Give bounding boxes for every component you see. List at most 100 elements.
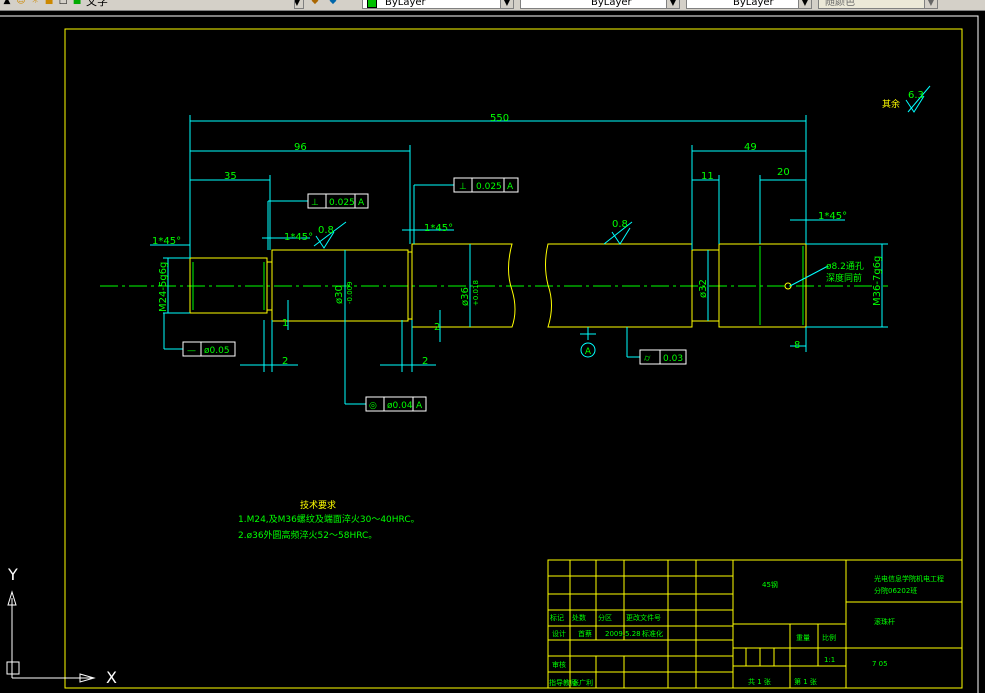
- dimension-lines: [150, 85, 931, 405]
- svg-text:共 1 张: 共 1 张: [748, 677, 771, 686]
- svg-text:1: 1: [282, 318, 288, 329]
- ucs-y-label: Y: [7, 565, 18, 584]
- svg-text:2009.5.28: 2009.5.28: [605, 630, 641, 638]
- svg-text:标记: 标记: [550, 613, 564, 622]
- datum-label: A: [585, 347, 592, 357]
- svg-text:7 05: 7 05: [872, 660, 888, 668]
- svg-text:分院06202班: 分院06202班: [874, 586, 917, 595]
- svg-text:1*45°: 1*45°: [818, 211, 847, 222]
- svg-text:比例: 比例: [822, 633, 836, 642]
- svg-text:-0.009: -0.009: [346, 281, 354, 304]
- svg-text:重量: 重量: [796, 634, 810, 642]
- svg-text:0.025: 0.025: [329, 198, 355, 208]
- text-style-value[interactable]: 文字: [86, 0, 108, 9]
- svg-text:ø32: ø32: [698, 279, 709, 298]
- svg-text:处数: 处数: [572, 613, 586, 622]
- svg-text:49: 49: [744, 142, 757, 153]
- svg-text:其余: 其余: [882, 98, 900, 110]
- svg-text:2: 2: [434, 322, 440, 333]
- chevron-down-icon[interactable]: ▼: [295, 0, 303, 8]
- sun-icon[interactable]: ☼: [30, 0, 40, 6]
- svg-text:45钢: 45钢: [762, 580, 778, 589]
- perp-icon: ⊥: [459, 182, 467, 192]
- color-swatch: [367, 0, 377, 8]
- svg-text:6.3: 6.3: [908, 90, 924, 101]
- svg-text:滚珠杆: 滚珠杆: [874, 617, 895, 626]
- svg-text:0.8: 0.8: [318, 225, 334, 236]
- svg-text:A: A: [507, 182, 514, 192]
- layer-prev-icon[interactable]: ◆: [328, 0, 338, 6]
- svg-text:M24-5g6g: M24-5g6g: [158, 262, 169, 312]
- chevron-down-icon[interactable]: ▼: [666, 0, 679, 8]
- svg-text:8: 8: [794, 340, 800, 351]
- coaxiality-icon: ◎: [369, 401, 377, 411]
- color-value: ByLayer: [385, 0, 426, 8]
- straightness-icon: —: [187, 346, 196, 356]
- cylindricity-icon: ⌭: [644, 354, 651, 364]
- svg-text:1.M24,及M36螺纹及端面淬火30～40HRC。: 1.M24,及M36螺纹及端面淬火30～40HRC。: [238, 513, 420, 525]
- ucs-x-label: X: [106, 668, 117, 687]
- svg-text:0.025: 0.025: [476, 182, 502, 192]
- svg-text:0.03: 0.03: [663, 354, 683, 364]
- svg-text:张广利: 张广利: [572, 678, 593, 687]
- lineweight-value: ByLayer: [733, 0, 774, 8]
- layer-dropdown[interactable]: ▼: [294, 0, 304, 9]
- svg-text:第 1 张: 第 1 张: [794, 677, 817, 686]
- svg-text:深度同前: 深度同前: [826, 272, 862, 284]
- drawing-frame: [64, 28, 963, 689]
- svg-text:1*45°: 1*45°: [152, 236, 181, 247]
- linetype-value: ByLayer: [591, 0, 632, 8]
- svg-text:更改文件号: 更改文件号: [626, 613, 661, 622]
- svg-text:2: 2: [282, 356, 288, 367]
- color-dropdown[interactable]: ByLayer ▼: [362, 0, 514, 9]
- square-icon[interactable]: □: [58, 0, 68, 6]
- svg-text:A: A: [358, 198, 365, 208]
- svg-text:1*45°: 1*45°: [284, 232, 313, 243]
- svg-text:审核: 审核: [552, 660, 566, 669]
- svg-text:标准化: 标准化: [642, 629, 663, 638]
- tech-requirements: 技术要求 1.M24,及M36螺纹及端面淬火30～40HRC。 2.ø36外圆高…: [238, 499, 420, 541]
- svg-text:96: 96: [294, 142, 307, 153]
- linetype-dropdown[interactable]: ByLayer ▼: [520, 0, 680, 9]
- svg-text:2.ø36外圆高频淬火52～58HRC。: 2.ø36外圆高频淬火52～58HRC。: [238, 529, 377, 541]
- properties-toolbar: ▲ ☺ ☼ ■ □ ■ 文字 ▼ ◆ ◆ ByLayer ▼ ByLayer ▼ B…: [0, 0, 985, 11]
- svg-text:技术要求: 技术要求: [300, 499, 336, 511]
- layer-tool-icon[interactable]: ◆: [310, 0, 320, 6]
- fcf-text: ⊥ 0.025 A ⊥ 0.025 A — ø0.05 ◎ ø0.04 A ⌭ …: [187, 182, 683, 411]
- chevron-down-icon[interactable]: ▼: [500, 0, 513, 8]
- lineweight-dropdown[interactable]: ByLayer ▼: [686, 0, 812, 9]
- svg-text:ø36: ø36: [460, 287, 471, 306]
- svg-text:1:1: 1:1: [824, 656, 835, 664]
- perp-icon: ⊥: [311, 198, 319, 208]
- svg-text:11: 11: [701, 171, 714, 182]
- svg-text:550: 550: [490, 113, 509, 124]
- sheet-border: [0, 15, 979, 693]
- chevron-down-icon[interactable]: ▼: [798, 0, 811, 8]
- svg-text:ø30: ø30: [334, 285, 345, 304]
- drawing-canvas[interactable]: A ⊥ 0.025 A ⊥ 0.025 A — ø0.05 ◎ ø0.04 A …: [0, 11, 985, 693]
- svg-text:0.8: 0.8: [612, 219, 628, 230]
- color-square-icon[interactable]: ■: [72, 0, 82, 6]
- plot-style-dropdown[interactable]: 随颜色 ▼: [818, 0, 938, 9]
- svg-text:+0.018: +0.018: [472, 280, 480, 306]
- svg-text:2: 2: [422, 356, 428, 367]
- text-style-icon[interactable]: ▲: [2, 0, 12, 6]
- svg-text:分区: 分区: [598, 613, 612, 622]
- svg-text:设计: 设计: [552, 629, 566, 638]
- face-icon[interactable]: ☺: [16, 0, 26, 6]
- chevron-down-icon[interactable]: ▼: [924, 0, 937, 8]
- lock-icon[interactable]: ■: [44, 0, 54, 6]
- svg-text:A: A: [416, 401, 423, 411]
- svg-text:ø8.2通孔: ø8.2通孔: [826, 261, 864, 272]
- svg-text:20: 20: [777, 167, 790, 178]
- ucs-icon: [6, 590, 96, 683]
- svg-text:ø0.04: ø0.04: [387, 401, 413, 411]
- svg-text:光电信息学院机电工程: 光电信息学院机电工程: [874, 574, 944, 583]
- plot-style-value: 随颜色: [825, 0, 855, 8]
- svg-text:首蔡: 首蔡: [578, 629, 592, 638]
- feature-control-frames: [182, 177, 687, 412]
- svg-text:M36-7g6g: M36-7g6g: [872, 256, 883, 306]
- svg-text:ø0.05: ø0.05: [204, 346, 230, 356]
- svg-text:1*45°: 1*45°: [424, 223, 453, 234]
- title-block-text: 45钢 光电信息学院机电工程 分院06202班 滚珠杆 标记 处数 分区 更改文…: [549, 574, 944, 687]
